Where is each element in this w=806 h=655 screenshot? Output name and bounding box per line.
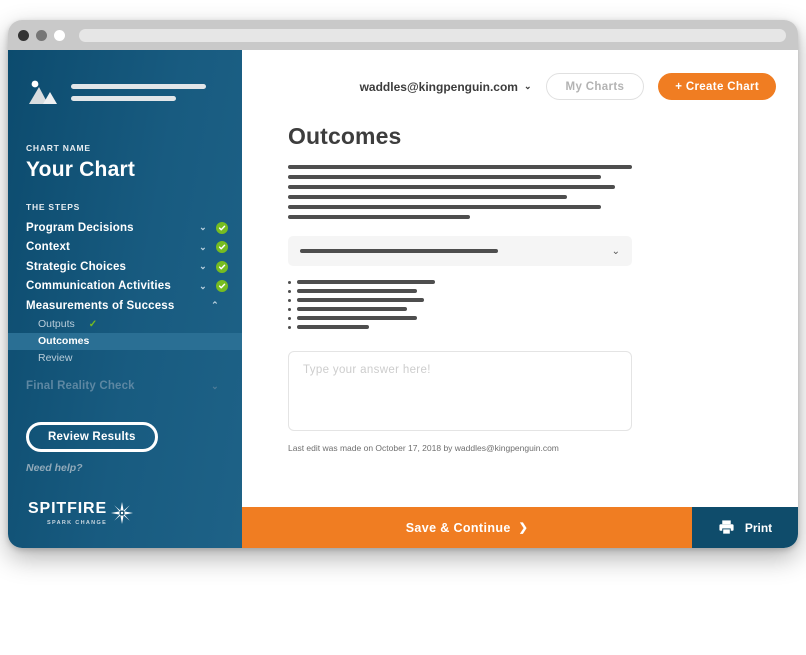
main-panel: waddles@kingpenguin.com ⌄ My Charts + Cr… — [242, 50, 798, 548]
sidebar: CHART NAME Your Chart THE STEPS Program … — [8, 50, 242, 548]
list-item — [288, 289, 632, 293]
placeholder-line — [288, 195, 567, 199]
placeholder-line — [297, 316, 418, 320]
subitem-check-icon: ✓ — [88, 318, 98, 330]
sidebar-item-label: Communication Activities — [26, 280, 171, 293]
placeholder-line — [297, 298, 425, 302]
print-button[interactable]: Print — [692, 507, 798, 548]
sidebar-item-strategic-choices[interactable]: Strategic Choices ⌄ — [8, 257, 242, 277]
chevron-down-icon[interactable]: ⌄ — [196, 242, 210, 253]
placeholder-line — [297, 307, 408, 311]
chevron-up-icon[interactable]: ⌃ — [208, 300, 222, 311]
traffic-lights — [18, 29, 65, 41]
list-item — [288, 307, 632, 311]
image-placeholder-icon — [26, 77, 60, 107]
steps-label: THE STEPS — [26, 202, 81, 212]
sidebar-item-outputs[interactable]: Outputs ✓ — [8, 316, 242, 333]
select-value-placeholder — [300, 249, 499, 253]
logo-name: SPITFIRE — [28, 500, 108, 517]
sidebar-item-measurements-of-success[interactable]: Measurements of Success ⌃ — [8, 296, 242, 316]
last-edit-status: Last edit was made on October 17, 2018 b… — [288, 443, 559, 453]
sidebar-item-label: Strategic Choices — [26, 260, 127, 273]
spitfire-logo: SPITFIRE SPARK CHANGE — [28, 500, 134, 526]
create-chart-button[interactable]: + Create Chart — [658, 73, 776, 100]
account-email: waddles@kingpenguin.com — [359, 79, 518, 94]
sidebar-item-outcomes[interactable]: Outcomes — [8, 332, 242, 350]
placeholder-line — [288, 165, 632, 169]
bullet-dot-icon — [288, 298, 291, 302]
print-button-label: Print — [744, 520, 773, 535]
placeholder-line — [288, 205, 602, 209]
bullet-dot-icon — [288, 280, 291, 284]
sidebar-item-communication-activities[interactable]: Communication Activities ⌄ — [8, 277, 242, 297]
outcome-select[interactable]: ⌄ — [288, 236, 632, 266]
sidebar-item-label: Measurements of Success — [26, 299, 175, 312]
step-complete-check-icon — [216, 260, 228, 273]
chevron-down-icon[interactable]: ⌄ — [612, 246, 620, 257]
save-button-label: Save & Continue — [405, 520, 511, 535]
close-dot-icon[interactable] — [18, 29, 29, 41]
url-input[interactable] — [79, 28, 786, 42]
sidebar-item-context[interactable]: Context ⌄ — [8, 238, 242, 258]
content-area: Outcomes ⌄ Type your answer here! Last e… — [242, 123, 798, 507]
need-help-link[interactable]: Need help? — [8, 452, 242, 474]
placeholder-line — [297, 289, 418, 293]
sidebar-brand — [8, 50, 242, 107]
bullet-placeholder-list — [288, 280, 632, 329]
footer-bar: Save & Continue ❯ Print — [242, 507, 798, 548]
chevron-down-icon[interactable]: ⌄ — [208, 381, 222, 392]
sidebar-subitem-label: Review — [38, 352, 73, 364]
sidebar-item-label: Context — [26, 241, 71, 254]
bullet-dot-icon — [288, 325, 291, 329]
sidebar-item-label: Final Reality Check — [26, 380, 135, 393]
app-body: CHART NAME Your Chart THE STEPS Program … — [8, 50, 798, 548]
minimize-dot-icon[interactable] — [36, 29, 47, 41]
sidebar-item-final-reality-check[interactable]: Final Reality Check ⌄ — [8, 377, 242, 397]
logo-tagline: SPARK CHANGE — [47, 520, 108, 526]
sidebar-nav: Program Decisions ⌄ Context ⌄ Strategic … — [8, 218, 242, 396]
placeholder-line — [288, 185, 615, 189]
starburst-icon — [111, 501, 134, 526]
page-title: Outcomes — [288, 123, 402, 149]
bullet-dot-icon — [288, 289, 291, 293]
chart-name-label: CHART NAME — [26, 143, 91, 153]
list-item — [288, 316, 632, 320]
chevron-down-icon[interactable]: ⌄ — [196, 222, 210, 233]
bullet-dot-icon — [288, 307, 291, 311]
brand-placeholder-lines — [71, 83, 224, 101]
description-placeholder-lines — [288, 165, 632, 219]
placeholder-line — [297, 325, 370, 329]
chevron-down-icon[interactable]: ⌄ — [196, 261, 210, 272]
my-charts-button[interactable]: My Charts — [545, 73, 645, 100]
top-bar: waddles@kingpenguin.com ⌄ My Charts + Cr… — [242, 50, 798, 123]
sidebar-subitem-label: Outcomes — [38, 335, 90, 347]
placeholder-line — [288, 215, 471, 219]
placeholder-line — [288, 175, 602, 179]
placeholder-line — [297, 280, 435, 284]
step-complete-check-icon — [216, 241, 228, 254]
step-complete-check-icon — [216, 221, 228, 234]
sidebar-subitem-label: Outputs — [38, 318, 75, 330]
list-item — [288, 280, 632, 284]
chevron-down-icon[interactable]: ⌄ — [196, 281, 210, 292]
sidebar-item-program-decisions[interactable]: Program Decisions ⌄ — [8, 218, 242, 238]
review-results-button[interactable]: Review Results — [26, 422, 158, 452]
account-menu[interactable]: waddles@kingpenguin.com ⌄ — [360, 80, 532, 94]
browser-window: CHART NAME Your Chart THE STEPS Program … — [8, 20, 798, 548]
printer-icon — [718, 519, 735, 536]
answer-textarea[interactable]: Type your answer here! — [288, 351, 632, 431]
chart-title: Your Chart — [26, 158, 136, 181]
chevron-down-icon[interactable]: ⌄ — [524, 81, 532, 92]
sidebar-item-review[interactable]: Review — [8, 350, 242, 367]
chevron-right-icon: ❯ — [518, 522, 529, 534]
sidebar-item-label: Program Decisions — [26, 221, 134, 234]
browser-titlebar — [8, 20, 798, 50]
list-item — [288, 325, 632, 329]
save-and-continue-button[interactable]: Save & Continue ❯ — [242, 507, 692, 548]
step-complete-check-icon — [216, 280, 228, 293]
bullet-dot-icon — [288, 316, 291, 320]
list-item — [288, 298, 632, 302]
maximize-dot-icon[interactable] — [54, 29, 65, 41]
